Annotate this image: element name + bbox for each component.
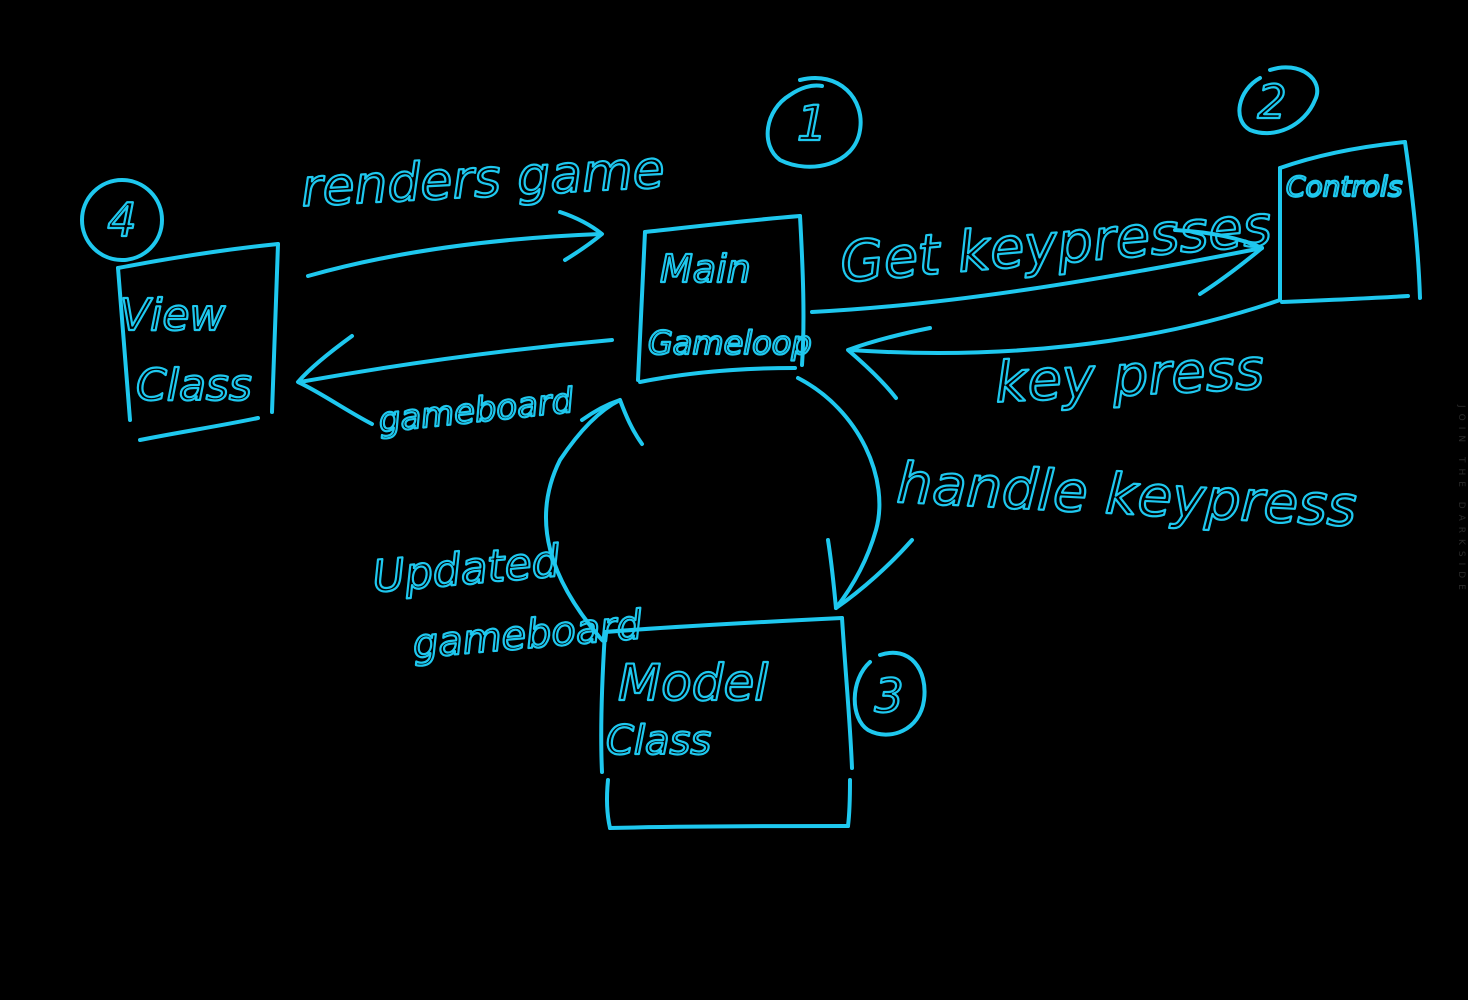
step-number-3: 3 <box>874 669 903 723</box>
renders-game-arrow <box>306 210 604 278</box>
step-number-2: 2 <box>1257 75 1286 129</box>
step-number-4: 4 <box>107 193 136 247</box>
step-number-1: 1 <box>797 96 828 152</box>
updated-label-line1: Updated <box>371 536 563 603</box>
view-class-label-line2: Class <box>136 360 252 411</box>
get-keypresses-label: Get keypresses <box>838 193 1275 295</box>
whiteboard-canvas: 4 View Class 1 Main Gameloop 2 Controls … <box>0 0 1468 1000</box>
key-press-label: key press <box>993 337 1265 416</box>
model-class-label-line1: Model <box>618 654 768 712</box>
updated-label-line2: gameboard <box>411 602 644 668</box>
watermark-text: JOIN THE DARKSIDE <box>1456 404 1466 596</box>
gameboard-label: gameboard <box>377 381 576 441</box>
main-gameloop-label-line1: Main <box>660 247 751 291</box>
renders-game-label: renders game <box>300 140 667 219</box>
controls-label: Controls <box>1286 170 1402 203</box>
diagram: 4 View Class 1 Main Gameloop 2 Controls … <box>80 65 1422 830</box>
controls-box <box>1277 140 1422 304</box>
handle-keypress-label: handle keypress <box>895 451 1358 540</box>
model-class-label-line2: Class <box>606 718 711 764</box>
handle-keypress-arrow <box>796 376 914 610</box>
main-gameloop-label-line2: Gameloop <box>648 324 812 362</box>
view-class-label-line1: View <box>120 290 226 341</box>
